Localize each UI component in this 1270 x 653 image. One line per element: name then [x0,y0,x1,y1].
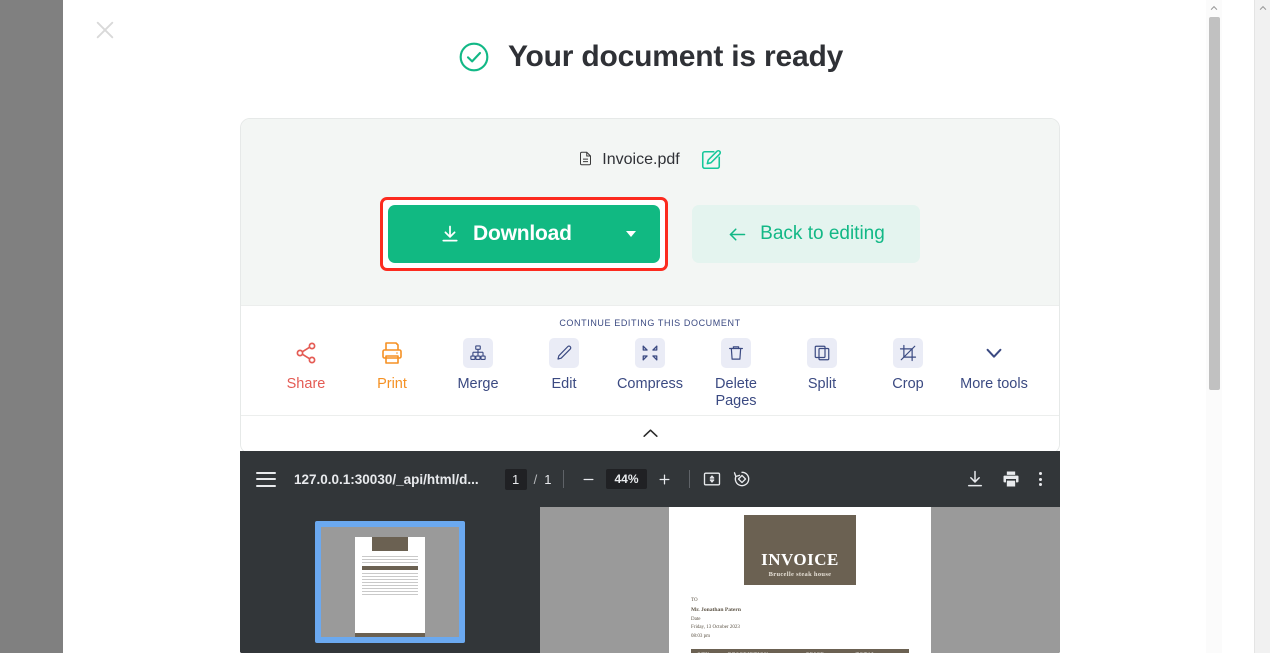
tool-share[interactable]: Share [263,338,349,393]
toolbar-divider-2 [688,470,690,488]
invoice-date-label: Date [691,616,701,622]
arrow-left-icon [727,224,748,245]
crop-icon [893,338,923,368]
card-primary-section: Invoice.pdf Download Back to editing [241,119,1059,305]
zoom-in-button[interactable] [653,467,677,491]
rotate-icon[interactable] [732,469,752,489]
pdf-viewer-body: INVOICE Brucelle steak house TO Mr. Jona… [240,507,1060,653]
pencil-icon [549,338,579,368]
tool-merge-label: Merge [457,376,499,392]
invoice-subtitle: Brucelle steak house [768,571,832,578]
tool-compress-label: Compress [616,376,684,392]
page-scrollbar[interactable] [1254,0,1270,653]
hamburger-menu-icon[interactable] [256,471,276,487]
printer-icon [377,338,407,368]
page-separator: / [533,471,538,487]
invoice-header: INVOICE Brucelle steak house [744,515,856,585]
thumbnail-lines [362,556,418,597]
scroll-up-arrow-icon[interactable] [1206,0,1222,16]
collapse-tools-button[interactable] [241,415,1059,454]
tool-edit-label: Edit [551,376,577,392]
trash-icon [721,338,751,368]
chevron-up-icon [641,426,660,444]
split-pages-icon [807,338,837,368]
invoice-table-header: QTY DESCRIPTION PRICE TOTAL [691,648,909,653]
modal-scrollbar[interactable] [1206,0,1222,653]
tool-crop-label: Crop [892,376,924,392]
pdf-viewer: 127.0.0.1:30030/_api/html/d... / 1 44% [240,451,1060,653]
tool-split[interactable]: Split [779,338,865,393]
three-dots-vertical-icon[interactable] [1037,470,1044,488]
thumbnail-header-band [372,537,408,551]
fit-page-icon[interactable] [702,469,722,489]
page-number-input[interactable] [504,468,527,490]
invoice-to-name: Mr. Jonathan Patern [691,606,741,613]
document-icon [578,151,593,169]
pdf-page-1: INVOICE Brucelle steak house TO Mr. Jona… [669,507,931,653]
tools-caption: CONTINUE EDITING THIS DOCUMENT [559,318,741,328]
pdf-page-area[interactable]: INVOICE Brucelle steak house TO Mr. Jona… [540,507,1060,653]
tool-compress[interactable]: Compress [607,338,693,393]
invoice-meta: TO Mr. Jonathan Patern Date Friday, 13 O… [691,597,931,642]
page-total-label: 1 [544,471,552,487]
tool-split-label: Split [807,376,837,392]
modal-scrollbar-thumb[interactable] [1209,17,1220,390]
download-button[interactable]: Download [388,205,660,263]
tools-section: CONTINUE EDITING THIS DOCUMENT Share Pri… [241,305,1059,416]
file-name-row: Invoice.pdf [241,149,1059,171]
file-name-label: Invoice.pdf [602,151,680,168]
thumbnail-sidebar[interactable] [240,507,540,653]
pdf-page-controls: / 1 44% [504,467,752,491]
invoice-to-label: TO [691,598,698,603]
tool-delete-pages[interactable]: Delete Pages [693,338,779,409]
app-root: Your document is ready Invoice.pdf Downl… [0,0,1270,653]
zoom-level-label: 44% [606,469,647,489]
pdf-viewer-toolbar: 127.0.0.1:30030/_api/html/d... / 1 44% [240,451,1060,507]
thumbnail-canvas [321,527,459,637]
tool-delete-pages-label: Delete Pages [715,376,757,409]
download-button-label: Download [473,222,572,245]
primary-actions: Download Back to editing [241,197,1059,271]
tool-more-tools[interactable]: More tools [951,338,1037,393]
pdf-url-label: 127.0.0.1:30030/_api/html/d... [294,471,479,487]
tool-edit[interactable]: Edit [521,338,607,393]
edit-pencil-icon[interactable] [700,149,722,171]
result-card: Invoice.pdf Download Back to editing CON… [240,118,1060,455]
chevron-down-icon [979,338,1009,368]
zoom-out-button[interactable] [576,467,600,491]
download-icon [440,224,460,244]
pdf-toolbar-right [965,469,1044,489]
check-circle-icon [458,41,490,73]
back-to-editing-button[interactable]: Back to editing [692,205,920,263]
tool-crop[interactable]: Crop [865,338,951,393]
invoice-date-value: Friday, 13 October 2023 [691,625,740,631]
tool-print[interactable]: Print [349,338,435,393]
chevron-down-icon[interactable] [626,231,636,237]
invoice-title: INVOICE [761,550,839,569]
tool-more-tools-label: More tools [960,376,1028,392]
printer-icon[interactable] [1001,469,1021,489]
page-title-text: Your document is ready [507,40,844,73]
share-nodes-icon [291,338,321,368]
thumbnail-page-image [355,537,425,637]
download-icon[interactable] [965,469,985,489]
tool-share-label: Share [286,376,326,392]
tool-print-label: Print [377,376,407,392]
tool-merge[interactable]: Merge [435,338,521,393]
back-to-editing-label: Back to editing [760,223,885,244]
tools-row: Share Print Merge Edit Compress Delete P… [241,338,1059,409]
download-highlight-box: Download [380,197,668,271]
compress-arrows-icon [635,338,665,368]
page-scroll-up-arrow-icon[interactable] [1255,0,1270,16]
invoice-time-value: 08:03 pm [691,634,711,640]
page-title: Your document is ready [63,40,1238,74]
toolbar-divider [563,470,565,488]
merge-hierarchy-icon [463,338,493,368]
thumbnail-page-1[interactable] [315,521,465,643]
modal-backdrop[interactable] [0,0,63,653]
document-ready-modal: Your document is ready Invoice.pdf Downl… [63,0,1238,653]
